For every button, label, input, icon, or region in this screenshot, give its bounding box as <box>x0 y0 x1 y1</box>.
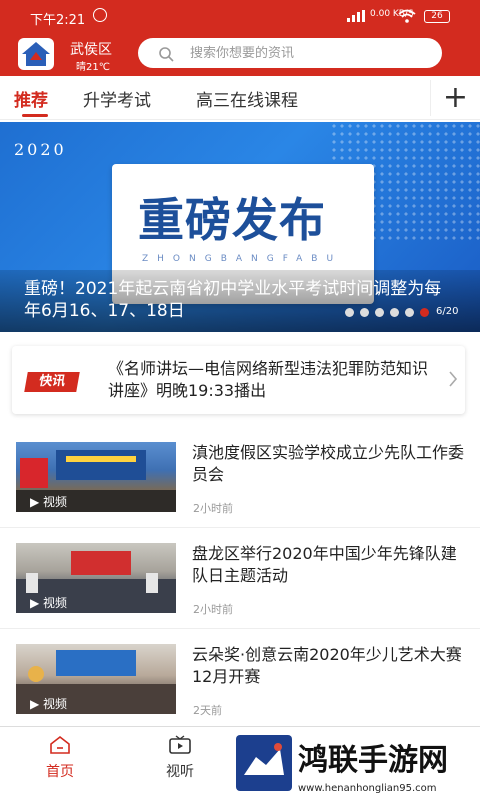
app-header: 下午2:21 0.00 KB/S 26 武侯区 晴21℃ <box>0 0 480 76</box>
news-flash-card[interactable]: 快讯 《名师讲坛—电信网络新型违法犯罪防范知识讲座》明晚19:33播出 <box>12 346 465 414</box>
carousel-dot[interactable] <box>375 308 384 317</box>
carousel-dot[interactable] <box>360 308 369 317</box>
news-title[interactable]: 盘龙区举行2020年中国少年先锋队建队日主题活动 <box>192 543 464 587</box>
news-time: 2小时前 <box>193 502 233 515</box>
watermark-logo <box>236 735 292 791</box>
alarm-icon <box>93 8 107 22</box>
nav-media-label: 视听 <box>166 764 194 780</box>
tv-icon <box>169 735 191 754</box>
weather-text: 晴21℃ <box>76 62 110 73</box>
news-flash-badge: 快讯 <box>24 372 80 392</box>
status-bar: 下午2:21 0.00 KB/S 26 <box>0 0 480 34</box>
video-tag: ▶ 视频 <box>30 697 68 711</box>
nav-home[interactable]: 首页 <box>30 735 90 781</box>
status-time: 下午2:21 <box>30 13 86 28</box>
nav-home-label: 首页 <box>46 764 74 780</box>
banner-year: 2020 <box>14 140 67 159</box>
carousel-dot-active[interactable] <box>420 308 429 317</box>
carousel-dot[interactable] <box>390 308 399 317</box>
chevron-right-icon[interactable] <box>448 370 458 388</box>
nav-media[interactable]: 视听 <box>150 735 210 781</box>
news-item[interactable]: ▶ 视频 云朵奖·创意云南2020年少儿艺术大赛12月开赛 2天前 <box>0 630 480 730</box>
logo-icon <box>22 42 50 66</box>
search-icon <box>159 47 174 62</box>
news-time: 2小时前 <box>193 603 233 616</box>
carousel-pager: 6/20 <box>436 306 459 317</box>
news-thumbnail[interactable]: ▶ 视频 <box>16 644 176 714</box>
news-time: 2天前 <box>193 704 222 717</box>
carousel-indicators <box>345 308 429 317</box>
tab-exams[interactable]: 升学考试 <box>83 86 151 111</box>
video-tag: ▶ 视频 <box>30 596 68 610</box>
news-thumbnail[interactable]: ▶ 视频 <box>16 543 176 613</box>
banner-carousel[interactable]: 2020 重磅发布 ZHONGBANGFABU 重磅！2021年起云南省初中学业… <box>0 122 480 332</box>
battery-icon: 26 <box>424 10 450 23</box>
wifi-icon <box>398 9 416 23</box>
tab-online-courses[interactable]: 高三在线课程 <box>196 86 298 111</box>
watermark-logo-icon <box>244 743 284 775</box>
site-watermark: 鸿联手游网 www.henanhonglian95.com <box>236 735 480 800</box>
tab-recommend[interactable]: 推荐 <box>14 86 48 111</box>
banner-headline: 重磅发布 <box>138 193 326 247</box>
news-title[interactable]: 云朵奖·创意云南2020年少儿艺术大赛12月开赛 <box>192 644 464 688</box>
news-title[interactable]: 滇池度假区实验学校成立少先队工作委员会 <box>192 442 464 486</box>
carousel-dot[interactable] <box>345 308 354 317</box>
watermark-title: 鸿联手游网 <box>298 743 448 778</box>
news-thumbnail[interactable]: ▶ 视频 <box>16 442 176 512</box>
news-flash-text[interactable]: 《名师讲坛—电信网络新型违法犯罪防范知识讲座》明晚19:33播出 <box>108 358 438 402</box>
signal-icon <box>347 10 365 22</box>
video-tag: ▶ 视频 <box>30 495 68 509</box>
home-icon <box>50 735 70 754</box>
banner-pinyin: ZHONGBANGFABU <box>142 254 343 264</box>
news-item[interactable]: ▶ 视频 盘龙区举行2020年中国少年先锋队建队日主题活动 2小时前 <box>0 529 480 629</box>
app-logo[interactable] <box>18 38 54 70</box>
search-bar[interactable] <box>138 38 442 68</box>
news-item[interactable]: ▶ 视频 滇池度假区实验学校成立少先队工作委员会 2小时前 <box>0 428 480 528</box>
category-tabs: 推荐 升学考试 高三在线课程 + <box>0 76 480 120</box>
search-input[interactable] <box>190 42 430 64</box>
add-tab-button[interactable]: + <box>430 80 480 116</box>
active-tab-indicator <box>22 114 48 117</box>
carousel-dot[interactable] <box>405 308 414 317</box>
location-name[interactable]: 武侯区 <box>70 39 112 59</box>
watermark-url: www.henanhonglian95.com <box>298 783 437 794</box>
